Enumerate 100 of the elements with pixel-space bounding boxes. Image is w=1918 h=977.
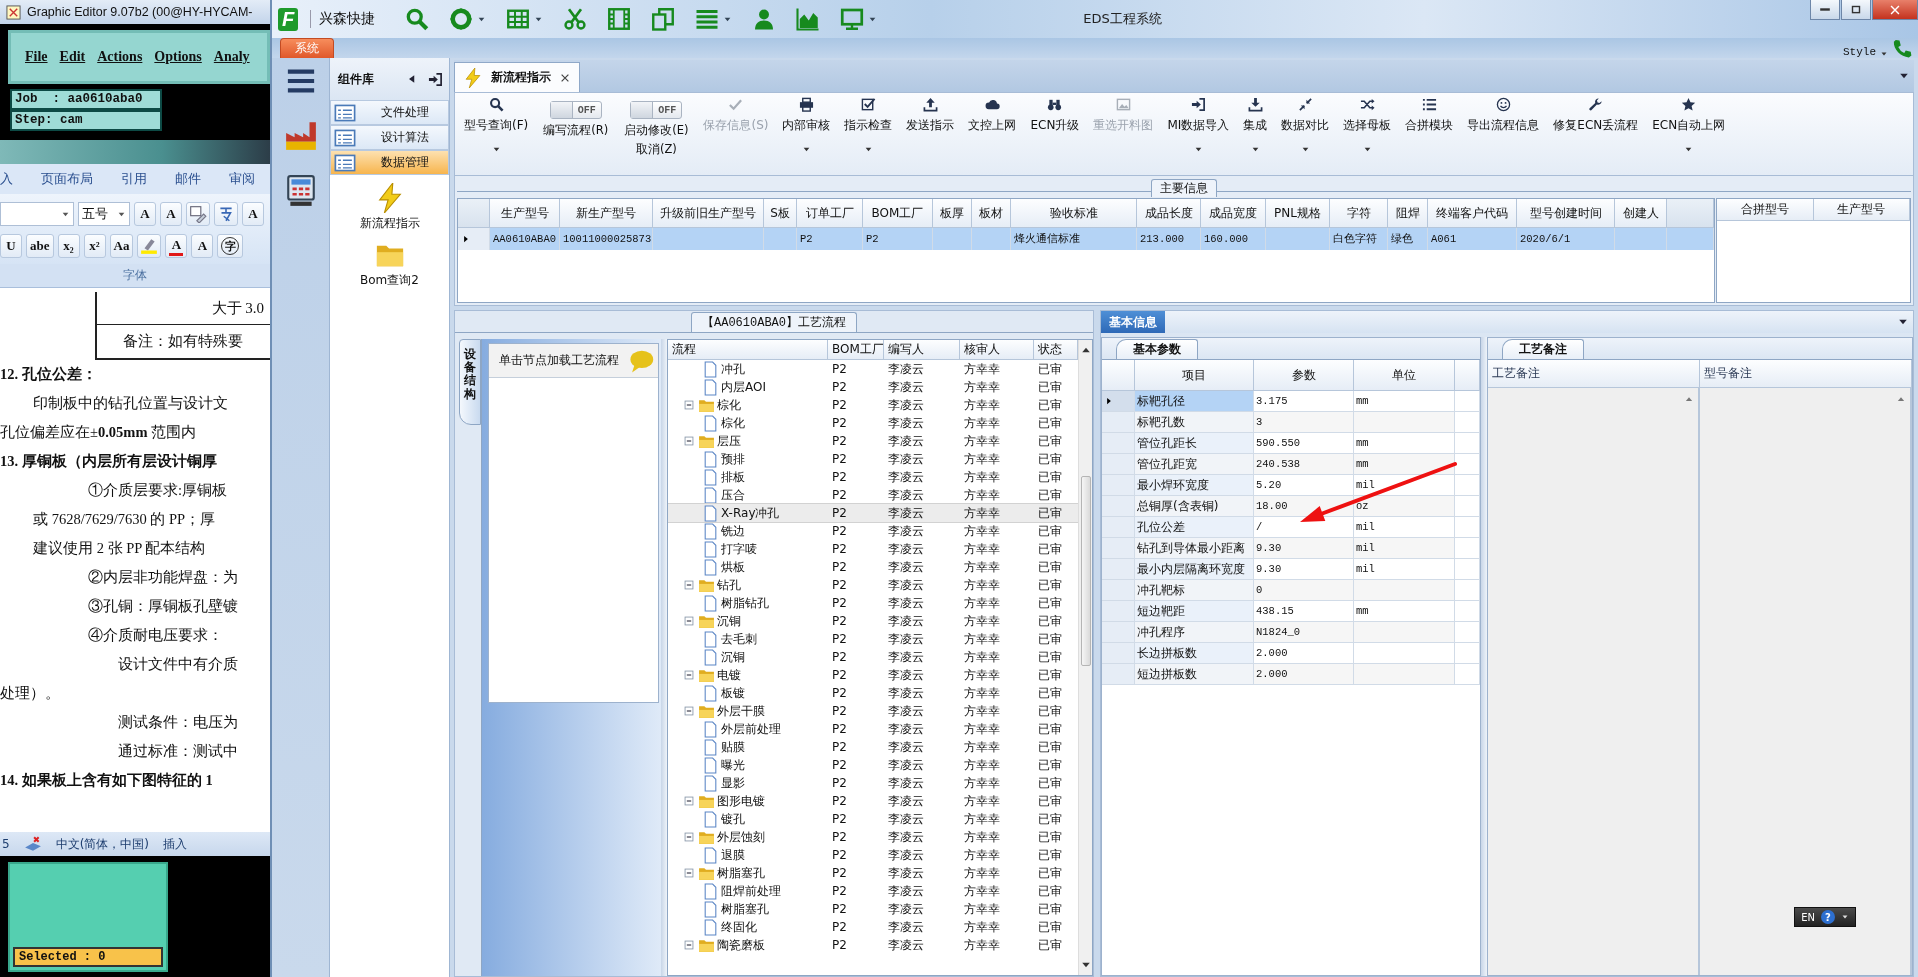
tree-row[interactable]: 沉铜 P2 李凌云 方幸幸 已审 — [668, 648, 1078, 666]
column-header[interactable]: 成品长度 — [1137, 199, 1201, 228]
vertical-tab[interactable]: 设备结构 — [459, 339, 481, 425]
column-header[interactable]: BOM工厂 — [828, 340, 884, 360]
help-icon[interactable]: ? — [1821, 910, 1835, 924]
column-header[interactable]: 板材 — [972, 199, 1011, 228]
status-item[interactable]: 5 — [2, 837, 10, 851]
column-header[interactable]: 核审人 — [960, 340, 1034, 360]
minimize-button[interactable] — [1810, 0, 1840, 20]
tree-row[interactable]: 打字唛 P2 李凌云 方幸幸 已审 — [668, 540, 1078, 558]
format-button[interactable]: A — [191, 234, 214, 258]
toggle-switch[interactable]: OFF — [549, 101, 602, 119]
panel-item[interactable]: 数据管理 — [330, 150, 449, 175]
format-button[interactable]: 字 — [217, 234, 244, 258]
tree-row[interactable]: 终固化 P2 李凌云 方幸幸 已审 — [668, 918, 1078, 936]
column-header[interactable]: 升级前旧生产型号 — [653, 199, 764, 228]
maximize-button[interactable] — [1841, 0, 1871, 20]
tree-row[interactable]: 棕化 P2 李凌云 方幸幸 已审 — [668, 414, 1078, 432]
format-button[interactable]: abe — [26, 234, 54, 258]
tree-row[interactable]: 显影 P2 李凌云 方幸幸 已审 — [668, 774, 1078, 792]
menu-item[interactable]: File — [25, 49, 48, 65]
toolbar-button[interactable]: ECN自动上网 — [1645, 97, 1733, 154]
toolbar-button[interactable]: 内部审核 — [775, 97, 838, 154]
panel-tab[interactable]: 基本信息 — [1101, 311, 1165, 333]
menu-item[interactable]: Actions — [97, 49, 143, 65]
tree-row[interactable]: 曝光 P2 李凌云 方幸幸 已审 — [668, 756, 1078, 774]
tree-row[interactable]: 树脂钻孔 P2 李凌云 方幸幸 已审 — [668, 594, 1078, 612]
menu-item[interactable]: Analy — [213, 49, 250, 65]
tree-row[interactable]: 铣边 P2 李凌云 方幸幸 已审 — [668, 522, 1078, 540]
area-chart-icon[interactable] — [796, 7, 821, 31]
ribbon-tab[interactable]: 邮件 — [175, 170, 201, 188]
column-header[interactable]: 合拼型号 — [1717, 199, 1814, 221]
tool-label[interactable]: 新流程指示 — [359, 215, 420, 232]
toolbar-button[interactable]: 数据对比 — [1274, 97, 1337, 154]
panel-item[interactable]: 文件处理 — [330, 100, 449, 125]
toggle-switch[interactable]: OFF — [630, 101, 683, 119]
format-button[interactable]: A — [242, 202, 264, 226]
tree-row[interactable]: 去毛刺 P2 李凌云 方幸幸 已审 — [668, 630, 1078, 648]
column-header[interactable]: 项目 — [1135, 360, 1254, 391]
tree-row[interactable]: 板镀 P2 李凌云 方幸幸 已审 — [668, 684, 1078, 702]
monitor-icon[interactable] — [840, 7, 865, 31]
tree-row[interactable]: 树脂塞孔 P2 李凌云 方幸幸 已审 — [668, 864, 1078, 882]
toolbar-button[interactable]: 合拼模块 — [1398, 97, 1461, 134]
tree-row[interactable]: 阻焊前处理 P2 李凌云 方幸幸 已审 — [668, 882, 1078, 900]
character-icon[interactable] — [217, 205, 235, 223]
format-button[interactable]: x₂ — [57, 234, 80, 258]
column-header[interactable]: 流程 — [668, 340, 828, 360]
toolbar-button[interactable]: 取消(Z) — [635, 142, 677, 157]
style-menu[interactable]: Style — [1843, 46, 1876, 58]
tree-row[interactable]: 树脂塞孔 P2 李凌云 方幸幸 已审 — [668, 900, 1078, 918]
search-icon[interactable] — [405, 7, 430, 31]
format-button[interactable]: x² — [83, 234, 106, 258]
tree-row[interactable]: 钻孔 P2 李凌云 方幸幸 已审 — [668, 576, 1078, 594]
toolbar-button[interactable]: 修复ECN丢流程 — [1546, 97, 1646, 134]
sign-in-icon[interactable] — [428, 71, 443, 87]
tree-row[interactable]: 层压 P2 李凌云 方幸幸 已审 — [668, 432, 1078, 450]
panel-tab[interactable]: 工艺备注 — [1502, 339, 1584, 359]
column-header[interactable]: 型号备注 — [1700, 360, 1912, 388]
column-header[interactable]: 创建人 — [1615, 199, 1667, 228]
tree-row[interactable]: 外层干膜 P2 李凌云 方幸幸 已审 — [668, 702, 1078, 720]
scissors-icon[interactable] — [563, 7, 588, 31]
eraser-icon[interactable] — [189, 205, 207, 223]
highlighter-icon[interactable] — [140, 237, 159, 255]
format-button[interactable]: Aa — [109, 234, 134, 258]
language-bar[interactable]: EN ? — [1794, 907, 1856, 927]
ring-icon[interactable] — [449, 7, 474, 31]
ribbon-tab[interactable]: 入 — [0, 170, 13, 188]
tree-row[interactable]: 排板 P2 李凌云 方幸幸 已审 — [668, 468, 1078, 486]
column-header[interactable]: 验收标准 — [1011, 199, 1137, 228]
toolbar-button[interactable]: 选择母板 — [1336, 97, 1399, 154]
column-header[interactable]: 成品宽度 — [1201, 199, 1266, 228]
row-header[interactable] — [1102, 391, 1135, 412]
status-item[interactable]: 插入 — [163, 835, 187, 853]
column-header[interactable]: 新生产型号 — [560, 199, 653, 228]
tree-row[interactable]: 压合 P2 李凌云 方幸幸 已审 — [668, 486, 1078, 504]
format-button[interactable]: A — [160, 202, 182, 226]
ribbon-tab[interactable]: 页面布局 — [41, 170, 93, 188]
panel-item[interactable]: 设计算法 — [330, 125, 449, 150]
tree-row[interactable]: 冲孔 P2 李凌云 方幸幸 已审 — [668, 360, 1078, 378]
scrollbar-thumb[interactable] — [1080, 476, 1091, 666]
tree-row[interactable]: 内层AOI P2 李凌云 方幸幸 已审 — [668, 378, 1078, 396]
tree-row[interactable]: 贴膜 P2 李凌云 方幸幸 已审 — [668, 738, 1078, 756]
format-button[interactable]: A — [165, 234, 188, 258]
toolbar-button[interactable]: MI数据导入 — [1160, 97, 1237, 154]
list-icon[interactable] — [695, 7, 720, 31]
tree-row[interactable]: X-Ray冲孔 P2 李凌云 方幸幸 已审 — [668, 504, 1078, 522]
tree-row[interactable]: 棕化 P2 李凌云 方幸幸 已审 — [668, 396, 1078, 414]
font-name-field[interactable] — [0, 202, 74, 226]
column-header[interactable]: 板厚 — [933, 199, 972, 228]
ribbon-tab[interactable]: 审阅 — [229, 170, 255, 188]
row-header[interactable] — [458, 228, 490, 250]
splitter-handle[interactable] — [1481, 337, 1487, 976]
font-size-field[interactable]: 五号 — [78, 202, 130, 226]
column-header[interactable]: 阻焊 — [1388, 199, 1428, 228]
status-item[interactable]: 中文(简体，中国) — [55, 835, 149, 853]
toolbar-button[interactable]: 指示检查 — [837, 97, 900, 154]
tree-row[interactable]: 外层前处理 P2 李凌云 方幸幸 已审 — [668, 720, 1078, 738]
menu-item[interactable]: Options — [154, 49, 202, 65]
tree-row[interactable]: 电镀 P2 李凌云 方幸幸 已审 — [668, 666, 1078, 684]
column-header[interactable]: BOM工厂 — [863, 199, 933, 228]
